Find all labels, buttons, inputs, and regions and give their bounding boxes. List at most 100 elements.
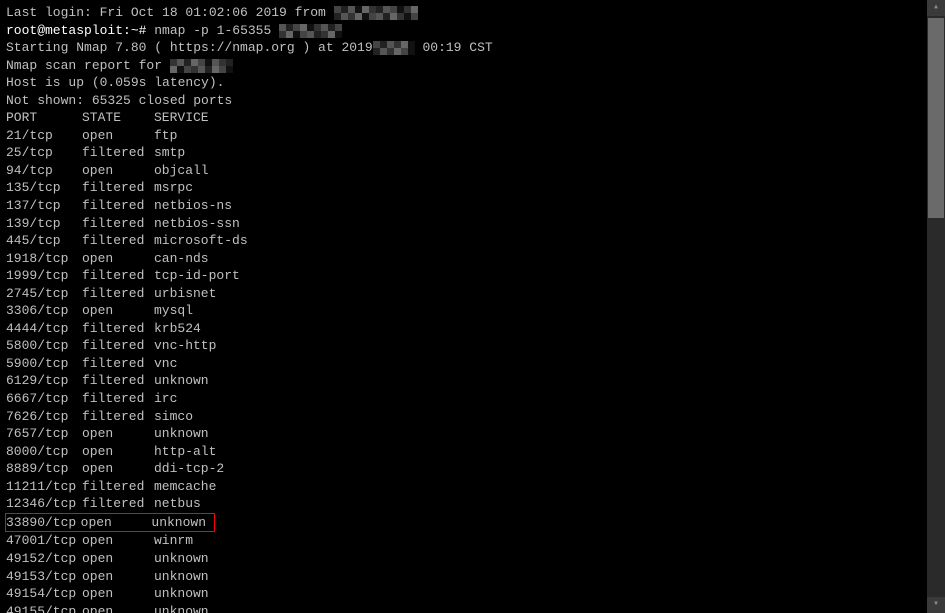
state-cell: filtered xyxy=(82,144,154,162)
service-cell: netbios-ssn xyxy=(154,215,920,233)
state-cell: filtered xyxy=(82,495,154,513)
service-cell: can-nds xyxy=(154,250,920,268)
scrollbar-down-button[interactable]: ▾ xyxy=(927,597,945,613)
service-cell: unknown xyxy=(154,372,920,390)
not-shown-line: Not shown: 65325 closed ports xyxy=(6,92,920,110)
table-row: 1918/tcpopencan-nds xyxy=(6,250,920,268)
starting-line: Starting Nmap 7.80 ( https://nmap.org ) … xyxy=(6,39,920,57)
port-cell: 7626/tcp xyxy=(6,408,82,426)
port-cell: 5800/tcp xyxy=(6,337,82,355)
service-cell: irc xyxy=(154,390,920,408)
chevron-down-icon: ▾ xyxy=(933,598,939,612)
state-cell: filtered xyxy=(82,320,154,338)
port-cell: 1999/tcp xyxy=(6,267,82,285)
port-cell: 139/tcp xyxy=(6,215,82,233)
table-row: 135/tcpfilteredmsrpc xyxy=(6,179,920,197)
port-cell: 445/tcp xyxy=(6,232,82,250)
table-row: 94/tcpopenobjcall xyxy=(6,162,920,180)
last-login-line: Last login: Fri Oct 18 01:02:06 2019 fro… xyxy=(6,4,920,22)
service-cell: unknown xyxy=(154,568,920,586)
state-cell: open xyxy=(82,568,154,586)
state-cell: open xyxy=(82,302,154,320)
table-row: 139/tcpfilterednetbios-ssn xyxy=(6,215,920,233)
state-cell: filtered xyxy=(82,390,154,408)
scrollbar-up-button[interactable]: ▴ xyxy=(927,0,945,16)
table-row: 4444/tcpfilteredkrb524 xyxy=(6,320,920,338)
col-service-header: SERVICE xyxy=(154,109,920,127)
state-cell: filtered xyxy=(82,179,154,197)
table-row: 47001/tcpopenwinrm xyxy=(6,532,920,550)
port-cell: 49152/tcp xyxy=(6,550,82,568)
state-cell: filtered xyxy=(82,355,154,373)
service-cell: ftp xyxy=(154,127,920,145)
state-cell: filtered xyxy=(82,285,154,303)
table-row: 21/tcpopenftp xyxy=(6,127,920,145)
port-cell: 49155/tcp xyxy=(6,603,82,613)
last-login-text: Last login: Fri Oct 18 01:02:06 2019 fro… xyxy=(6,5,334,20)
state-cell: filtered xyxy=(82,478,154,496)
port-cell: 4444/tcp xyxy=(6,320,82,338)
state-cell: open xyxy=(82,425,154,443)
host-up-line: Host is up (0.059s latency). xyxy=(6,74,920,92)
prompt-line-1: root@metasploit:~# nmap -p 1-65355 xyxy=(6,22,920,40)
port-cell: 6667/tcp xyxy=(6,390,82,408)
table-row: 8000/tcpopenhttp-alt xyxy=(6,443,920,461)
scan-report-line: Nmap scan report for xyxy=(6,57,920,75)
scrollbar-track[interactable]: ▴ ▾ xyxy=(927,0,945,613)
port-cell: 11211/tcp xyxy=(6,478,82,496)
table-row: 137/tcpfilterednetbios-ns xyxy=(6,197,920,215)
service-cell: simco xyxy=(154,408,920,426)
prompt-user-1: root@metasploit xyxy=(6,23,123,38)
service-cell: netbios-ns xyxy=(154,197,920,215)
state-cell: filtered xyxy=(82,372,154,390)
service-cell: unknown xyxy=(154,550,920,568)
state-cell: open xyxy=(82,162,154,180)
port-cell: 5900/tcp xyxy=(6,355,82,373)
table-row: 5900/tcpfilteredvnc xyxy=(6,355,920,373)
port-cell: 25/tcp xyxy=(6,144,82,162)
table-row: 49155/tcpopenunknown xyxy=(6,603,920,613)
table-row: 7657/tcpopenunknown xyxy=(6,425,920,443)
scrollbar-thumb[interactable] xyxy=(928,18,944,218)
col-state-header: STATE xyxy=(82,109,154,127)
service-cell: vnc xyxy=(154,355,920,373)
table-row: 6129/tcpfilteredunknown xyxy=(6,372,920,390)
port-cell: 49153/tcp xyxy=(6,568,82,586)
table-row: 7626/tcpfilteredsimco xyxy=(6,408,920,426)
service-cell: msrpc xyxy=(154,179,920,197)
service-cell: unknown xyxy=(154,603,920,613)
port-table-body: 21/tcpopenftp25/tcpfilteredsmtp94/tcpope… xyxy=(6,127,920,613)
table-row: 6667/tcpfilteredirc xyxy=(6,390,920,408)
port-cell: 94/tcp xyxy=(6,162,82,180)
table-row: 2745/tcpfilteredurbisnet xyxy=(6,285,920,303)
port-cell: 1918/tcp xyxy=(6,250,82,268)
table-row: 11211/tcpfilteredmemcache xyxy=(6,478,920,496)
port-cell: 12346/tcp xyxy=(6,495,82,513)
port-cell: 135/tcp xyxy=(6,179,82,197)
port-cell: 137/tcp xyxy=(6,197,82,215)
nmap-command: nmap -p 1-65355 xyxy=(154,23,279,38)
table-row: 12346/tcpfilterednetbus xyxy=(6,495,920,513)
state-cell: open xyxy=(82,550,154,568)
port-cell: 49154/tcp xyxy=(6,585,82,603)
state-cell: open xyxy=(82,585,154,603)
port-cell: 8889/tcp xyxy=(6,460,82,478)
state-cell: filtered xyxy=(82,197,154,215)
service-cell: vnc-http xyxy=(154,337,920,355)
state-cell: open xyxy=(82,532,154,550)
service-cell: http-alt xyxy=(154,443,920,461)
service-cell: krb524 xyxy=(154,320,920,338)
service-cell: mysql xyxy=(154,302,920,320)
terminal-output[interactable]: Last login: Fri Oct 18 01:02:06 2019 fro… xyxy=(0,0,926,613)
service-cell: winrm xyxy=(154,532,920,550)
table-row: 25/tcpfilteredsmtp xyxy=(6,144,920,162)
starting-tail: 00:19 CST xyxy=(415,40,493,55)
table-row: 445/tcpfilteredmicrosoft-ds xyxy=(6,232,920,250)
redacted-target xyxy=(279,24,342,38)
redacted-date xyxy=(373,41,415,55)
state-cell: open xyxy=(81,514,152,532)
highlighted-row: 33890/tcpopenunknown xyxy=(5,513,215,533)
service-cell: ddi-tcp-2 xyxy=(154,460,920,478)
state-cell: filtered xyxy=(82,267,154,285)
table-row: 5800/tcpfilteredvnc-http xyxy=(6,337,920,355)
